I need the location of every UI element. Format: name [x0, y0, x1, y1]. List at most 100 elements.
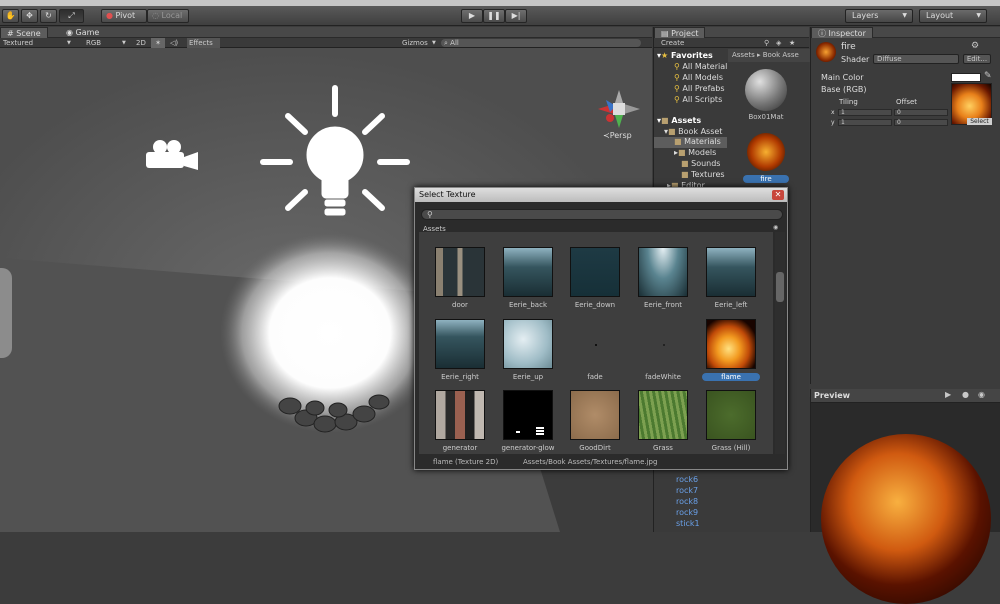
camera-gizmo-icon[interactable] — [146, 140, 198, 170]
tab-inspector[interactable]: ⓘ Inspector — [811, 27, 873, 38]
texture-item[interactable]: Grass — [633, 390, 693, 452]
assets-header[interactable]: ▾■ Assets — [657, 116, 701, 125]
step-button[interactable]: ▶| — [505, 9, 527, 23]
asset-list-item[interactable]: rock8 — [676, 497, 698, 506]
move-tool-button[interactable]: ✥ — [21, 9, 38, 23]
shader-dropdown[interactable]: Diffuse — [873, 54, 959, 64]
project-toolbar: Create ⚲ ◈ ★ — [654, 38, 809, 48]
tiling-x-field[interactable]: 1 — [838, 109, 892, 116]
layout-label: Layout — [926, 11, 954, 20]
channel-dropdown[interactable]: RGB — [86, 38, 101, 48]
filter-type-icon[interactable]: ⚲ — [764, 38, 769, 48]
rotate-tool-button[interactable]: ↻ — [40, 9, 57, 23]
texture-label: Eerie_back — [509, 301, 547, 309]
favorite-label: All Material — [682, 62, 728, 71]
fire-glow — [220, 233, 440, 433]
settings-icon[interactable]: ⚙ — [971, 41, 979, 51]
tab-game[interactable]: ◉ Game — [60, 27, 105, 38]
offset-y-field[interactable]: 0 — [894, 119, 948, 126]
main-color-swatch[interactable] — [951, 73, 981, 82]
project-tab-bar: ▤ Project — [654, 27, 809, 38]
texture-item-selected[interactable]: flame — [701, 319, 761, 381]
texture-select-button[interactable]: Select — [967, 118, 992, 125]
texture-item[interactable]: Eerie_back — [498, 247, 558, 309]
tiling-y-field[interactable]: 1 — [838, 119, 892, 126]
light-bulb-gizmo-icon[interactable] — [260, 85, 410, 216]
texture-item[interactable]: Eerie_right — [430, 319, 490, 381]
texture-label: generator — [442, 444, 478, 452]
asset-list-item[interactable]: rock7 — [676, 486, 698, 495]
2d-toggle[interactable]: 2D — [136, 38, 146, 48]
favorites-header[interactable]: ▾★ Favorites — [657, 51, 713, 60]
texture-item[interactable]: fade — [565, 319, 625, 381]
asset-list-item[interactable]: rock9 — [676, 508, 698, 517]
texture-item[interactable]: door — [430, 247, 490, 309]
asset-list-item[interactable]: stick1 — [676, 519, 700, 528]
breadcrumb-child[interactable]: Book Asse — [763, 51, 799, 59]
texture-item[interactable]: Eerie_down — [565, 247, 625, 309]
eyedropper-icon[interactable]: ✎ — [984, 71, 992, 81]
texture-item[interactable]: Eerie_left — [701, 247, 761, 309]
create-dropdown[interactable]: Create — [661, 38, 684, 48]
pivot-toggle[interactable]: ● Pivot — [101, 9, 147, 23]
effects-dropdown[interactable]: Effects — [187, 38, 220, 48]
gizmos-dropdown[interactable]: Gizmos — [402, 38, 428, 48]
preview-sphere[interactable] — [821, 434, 991, 604]
texture-search-input[interactable]: ⚲ — [421, 209, 783, 220]
tree-item-models[interactable]: ▸■ Models — [674, 148, 716, 157]
play-button[interactable]: ▶ — [461, 9, 483, 23]
texture-item[interactable]: generator — [430, 390, 490, 452]
render-mode-dropdown[interactable]: Textured — [3, 38, 33, 48]
texture-item[interactable]: GoodDirt — [565, 390, 625, 452]
texture-grid-scrollbar[interactable] — [775, 232, 785, 454]
tab-scene[interactable]: # Scene — [0, 27, 48, 38]
close-button[interactable]: ✕ — [772, 190, 784, 200]
scrollbar-thumb[interactable] — [776, 272, 784, 302]
texture-item[interactable]: fadeWhite — [633, 319, 693, 381]
tree-item-materials[interactable]: ■ Materials — [654, 137, 727, 148]
audio-toggle[interactable]: ◁) — [170, 38, 178, 48]
layers-label: Layers — [852, 11, 879, 20]
edit-shader-button[interactable]: Edit... — [963, 54, 991, 64]
zoom-slider[interactable]: ◉ — [773, 224, 783, 232]
dialog-status-bar: flame (Texture 2D) Assets/Book Assets/Te… — [415, 455, 787, 469]
favorite-item[interactable]: ⚲ All Prefabs — [674, 84, 725, 93]
favorite-item[interactable]: ⚲ All Models — [674, 73, 723, 82]
asset-list-item[interactable]: rock6 — [676, 475, 698, 484]
texture-item[interactable]: Eerie_up — [498, 319, 558, 381]
layout-dropdown[interactable]: Layout ▼ — [919, 9, 987, 23]
lighting-toggle[interactable]: ✶ — [151, 38, 165, 48]
scale-tool-button[interactable]: ⤢ — [59, 9, 84, 23]
texture-item[interactable]: Grass (Hill) — [701, 390, 761, 452]
texture-thumbnail — [570, 319, 620, 369]
persp-label[interactable]: ≺Persp — [603, 131, 632, 140]
label-filter-icon[interactable]: ◈ — [776, 38, 781, 48]
search-icon: ⚲ — [674, 62, 680, 71]
main-toolbar: ✋ ✥ ↻ ⤢ ● Pivot ◌ Local ▶ ❚❚ ▶| Layers ▼ … — [0, 6, 1000, 26]
tab-project[interactable]: ▤ Project — [654, 27, 706, 38]
favorite-item[interactable]: ⚲ All Scripts — [674, 95, 722, 104]
star-filter-icon[interactable]: ★ — [789, 38, 795, 48]
sphere-icon[interactable]: ● — [962, 390, 969, 399]
base-rgb-label: Base (RGB) — [821, 85, 867, 94]
breadcrumb-root[interactable]: Assets — [732, 51, 755, 59]
material-thumbnail-box01mat[interactable] — [745, 69, 787, 111]
tree-item-textures[interactable]: ■ Textures — [681, 170, 725, 179]
material-thumbnail-fire[interactable] — [747, 133, 785, 171]
offset-x-field[interactable]: 0 — [894, 109, 948, 116]
favorite-item[interactable]: ⚲ All Material — [674, 62, 727, 71]
light-icon[interactable]: ◉ — [978, 390, 985, 399]
tree-item-sounds[interactable]: ■ Sounds — [681, 159, 720, 168]
pause-button[interactable]: ❚❚ — [483, 9, 505, 23]
orientation-gizmo[interactable] — [598, 90, 640, 128]
hand-tool-button[interactable]: ✋ — [2, 9, 19, 23]
pillar-object[interactable] — [0, 268, 12, 358]
texture-item[interactable]: Eerie_front — [633, 247, 693, 309]
scene-search-input[interactable]: ⌕ All — [441, 39, 641, 47]
local-toggle[interactable]: ◌ Local — [147, 9, 189, 23]
tree-item-book-asset[interactable]: ▾■ Book Asset — [664, 127, 722, 136]
layers-dropdown[interactable]: Layers ▼ — [845, 9, 913, 23]
play-icon[interactable]: ▶ — [945, 390, 951, 399]
play-icon: ▶ — [468, 11, 476, 20]
texture-item[interactable]: generator-glow — [498, 390, 558, 452]
